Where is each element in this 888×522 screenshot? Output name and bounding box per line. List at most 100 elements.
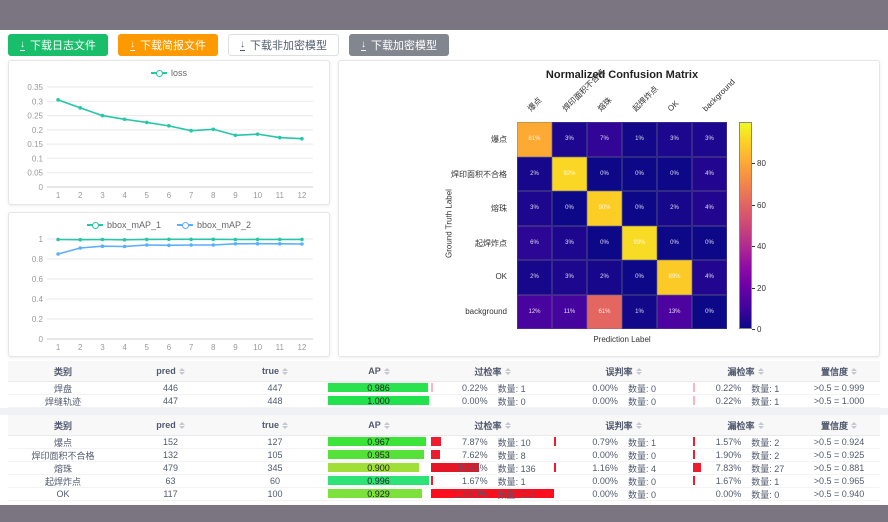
cell-miss: 0.00%数量: 0: [693, 488, 798, 501]
matrix-cell: 90%: [587, 191, 622, 226]
column-header-过检率[interactable]: 过检率: [431, 361, 554, 382]
line-charts-column: loss 00.050.10.150.20.250.30.35123456789…: [8, 60, 330, 357]
rate-percent: 0.22%: [693, 383, 741, 393]
svg-text:12: 12: [297, 343, 306, 352]
cell-name: 熔珠: [8, 462, 118, 475]
sort-caret-icon[interactable]: [282, 419, 288, 432]
download-report-button[interactable]: ↓ 下载简报文件: [118, 34, 218, 56]
column-header-true[interactable]: true: [223, 415, 327, 436]
cell-miss: 7.83%数量: 27: [693, 462, 798, 475]
column-header-置信度[interactable]: 置信度: [798, 361, 880, 382]
legend-item-bbox_mAP_1[interactable]: bbox_mAP_1: [87, 220, 161, 230]
colorbar-tick: [752, 329, 755, 330]
cell-miss: 1.90%数量: 2: [693, 449, 798, 462]
sort-caret-icon[interactable]: [179, 365, 185, 378]
column-header-置信度[interactable]: 置信度: [798, 415, 880, 436]
column-header-true[interactable]: true: [223, 361, 327, 382]
column-header-label: 类别: [54, 365, 72, 378]
svg-text:12: 12: [297, 191, 306, 200]
sort-caret-icon[interactable]: [505, 365, 511, 378]
column-header-label: pred: [156, 420, 176, 430]
cell-pred: 447: [118, 395, 223, 408]
column-header-label: 置信度: [821, 365, 848, 378]
rate-percent: 7.87%: [431, 437, 488, 447]
column-header-漏检率[interactable]: 漏检率: [693, 415, 798, 436]
matrix-cell: 89%: [657, 260, 692, 295]
column-header-pred[interactable]: pred: [118, 361, 223, 382]
column-header-label: 误判率: [605, 365, 632, 378]
sort-caret-icon[interactable]: [384, 365, 390, 378]
cell-mis: 0.79%数量: 1: [554, 436, 693, 449]
table-row: 焊印面积不合格1321050.9537.62%数量: 80.00%数量: 01.…: [8, 449, 880, 462]
column-header-AP[interactable]: AP: [327, 361, 431, 382]
sort-caret-icon[interactable]: [179, 419, 185, 432]
column-header-误判率[interactable]: 误判率: [554, 361, 693, 382]
download-icon: ↓: [240, 40, 245, 51]
button-label: 下载加密模型: [371, 37, 437, 53]
svg-text:4: 4: [122, 191, 127, 200]
rate-percent: 0.00%: [554, 489, 618, 499]
ap-value: 0.953: [328, 450, 429, 459]
cell-ap: 0.900: [327, 462, 431, 475]
colorbar-tick: [752, 163, 755, 164]
sort-caret-icon[interactable]: [758, 419, 764, 432]
svg-text:0.25: 0.25: [27, 112, 43, 121]
column-header-过检率[interactable]: 过检率: [431, 415, 554, 436]
rate-percent: 0.00%: [431, 396, 488, 406]
matrix-cell: 1%: [622, 295, 657, 330]
legend-item-loss[interactable]: loss: [151, 68, 187, 78]
cell-pred: 117: [118, 488, 223, 501]
colorbar-tick-label: 20: [757, 284, 766, 293]
ap-bar-track: 0.986: [328, 383, 429, 392]
button-label: 下载非加密模型: [250, 37, 327, 53]
cell-over: 7.62%数量: 8: [431, 449, 554, 462]
cell-pred: 446: [118, 382, 223, 395]
toolbar: ↓ 下载日志文件 ↓ 下载简报文件 ↓ 下载非加密模型 ↓ 下载加密模型: [0, 30, 888, 60]
table-row: 焊缝轨迹4474481.0000.00%数量: 00.00%数量: 00.22%…: [8, 395, 880, 408]
rate-count: 数量: 0: [618, 395, 693, 408]
map-chart-legend: bbox_mAP_1 bbox_mAP_2: [17, 217, 321, 233]
download-unencrypted-model-button[interactable]: ↓ 下载非加密模型: [228, 34, 339, 56]
matrix-column-label: 熔珠: [595, 96, 613, 114]
sort-caret-icon[interactable]: [851, 365, 857, 378]
matrix-row-label: 爆点: [339, 134, 511, 145]
column-header-漏检率[interactable]: 漏检率: [693, 361, 798, 382]
sort-caret-icon[interactable]: [384, 419, 390, 432]
svg-text:5: 5: [145, 191, 150, 200]
matrix-column-label: 爆点: [525, 96, 543, 114]
column-header-label: AP: [368, 366, 381, 376]
svg-text:7: 7: [189, 343, 194, 352]
charts-row: loss 00.050.10.150.20.250.30.35123456789…: [0, 60, 888, 357]
svg-text:0.6: 0.6: [32, 275, 44, 284]
column-header-pred[interactable]: pred: [118, 415, 223, 436]
svg-text:1: 1: [39, 235, 44, 244]
legend-item-bbox_mAP_2[interactable]: bbox_mAP_2: [177, 220, 251, 230]
cell-confidence: >0.5 = 0.999: [798, 382, 880, 395]
legend-ring-icon: [182, 222, 189, 229]
column-header-误判率[interactable]: 误判率: [554, 415, 693, 436]
matrix-cell: 0%: [587, 157, 622, 192]
rate-percent: 0.00%: [554, 476, 618, 486]
svg-text:0.8: 0.8: [32, 255, 44, 264]
sort-caret-icon[interactable]: [851, 419, 857, 432]
column-header-label: 漏检率: [727, 365, 754, 378]
matrix-cell: 3%: [517, 191, 552, 226]
svg-text:8: 8: [211, 343, 216, 352]
cell-over: 117.00%数量: 117: [431, 488, 554, 501]
column-header-AP[interactable]: AP: [327, 415, 431, 436]
sort-caret-icon[interactable]: [505, 419, 511, 432]
cell-ap: 1.000: [327, 395, 431, 408]
ap-bar-track: 0.900: [328, 463, 429, 472]
rate-percent: 1.57%: [693, 437, 741, 447]
sort-caret-icon[interactable]: [636, 365, 642, 378]
sort-caret-icon[interactable]: [282, 365, 288, 378]
column-header-label: 过检率: [474, 365, 501, 378]
sort-caret-icon[interactable]: [758, 365, 764, 378]
sort-caret-icon[interactable]: [636, 419, 642, 432]
download-encrypted-model-button[interactable]: ↓ 下载加密模型: [349, 34, 449, 56]
cell-over: 0.00%数量: 0: [431, 395, 554, 408]
rate-percent: 39.42%: [431, 463, 488, 473]
download-log-button[interactable]: ↓ 下载日志文件: [8, 34, 108, 56]
colorbar-tick: [752, 288, 755, 289]
ap-bar-track: 0.967: [328, 437, 429, 446]
